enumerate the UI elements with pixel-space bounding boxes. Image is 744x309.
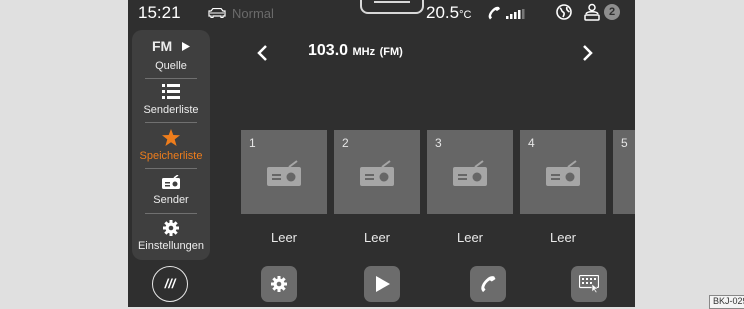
menu-item-label: Einstellungen [137, 240, 205, 252]
phone-icon [488, 6, 500, 20]
menu-item-station-list[interactable]: Senderliste [132, 84, 210, 116]
menu-item-label: Sender [153, 194, 189, 206]
preset-number: 1 [249, 136, 256, 150]
preset-tile-1[interactable]: 1 [241, 130, 327, 214]
menu-item-label: Quelle [155, 60, 187, 72]
preset-number: 3 [435, 136, 442, 150]
clock: 15:21 [138, 3, 181, 22]
band-label: FM [132, 38, 210, 54]
menu-divider [145, 168, 197, 169]
menu-divider [145, 213, 197, 214]
menu-item-station[interactable]: Sender [132, 174, 210, 206]
radio-icon [360, 160, 394, 186]
radio-icon [267, 160, 301, 186]
menu-divider [145, 122, 197, 123]
phone-button[interactable] [470, 266, 506, 302]
radio-icon [162, 174, 180, 189]
temperature-value: 20.5 [426, 3, 460, 22]
chevron-right-icon[interactable] [580, 44, 594, 62]
preset-tile-4[interactable]: 4 [520, 130, 606, 214]
side-menu: FM Quelle Senderliste Speicherliste Send… [132, 30, 210, 260]
preset-number: 2 [342, 136, 349, 150]
notification-badge[interactable]: 2 [604, 4, 620, 20]
signal-icon [506, 9, 525, 19]
star-icon [162, 129, 180, 146]
media-button[interactable] [364, 266, 400, 302]
preset-tile-5[interactable]: 5 [613, 130, 635, 214]
preset-tile-2[interactable]: 2 [334, 130, 420, 214]
chevron-left-icon[interactable] [256, 44, 270, 62]
station-frequency: 103.0 MHz (FM) [308, 42, 403, 59]
preset-label-3: Leer [456, 230, 484, 245]
keypad-button[interactable] [571, 266, 607, 302]
menu-item-preset-list[interactable]: Speicherliste [132, 129, 210, 162]
play-icon [376, 276, 390, 292]
gear-icon [163, 220, 179, 236]
menu-button[interactable]: /// [152, 266, 188, 302]
drive-mode-label: Normal [232, 6, 274, 21]
temperature-readout: 20.5°C [426, 3, 471, 23]
menu-item-settings[interactable]: Einstellungen [132, 220, 210, 252]
infotainment-screen: 15:21 Normal 20.5°C 2 FM Quelle Senderli… [128, 0, 635, 307]
menu-item-source[interactable]: FM Quelle [132, 38, 210, 72]
radio-icon [453, 160, 487, 186]
person-icon [584, 3, 600, 21]
settings-button[interactable] [261, 266, 297, 302]
play-arrow-icon [182, 42, 191, 51]
phone-icon [481, 276, 496, 293]
preset-label-2: Leer [363, 230, 391, 245]
radio-icon [546, 160, 580, 186]
keypad-icon [579, 275, 599, 293]
preset-label-1: Leer [270, 230, 298, 245]
menu-divider [145, 78, 197, 79]
globe-icon [556, 4, 572, 20]
car-icon [208, 8, 226, 18]
list-icon [162, 84, 180, 99]
preset-number: 5 [621, 136, 628, 150]
temperature-unit: °C [459, 9, 472, 21]
preset-tile-3[interactable]: 3 [427, 130, 513, 214]
preset-label-4: Leer [549, 230, 577, 245]
preset-number: 4 [528, 136, 535, 150]
gear-icon [271, 276, 287, 292]
handle-icon[interactable] [360, 0, 424, 14]
menu-item-label: Speicherliste [139, 150, 203, 162]
menu-item-label: Senderliste [143, 104, 199, 116]
